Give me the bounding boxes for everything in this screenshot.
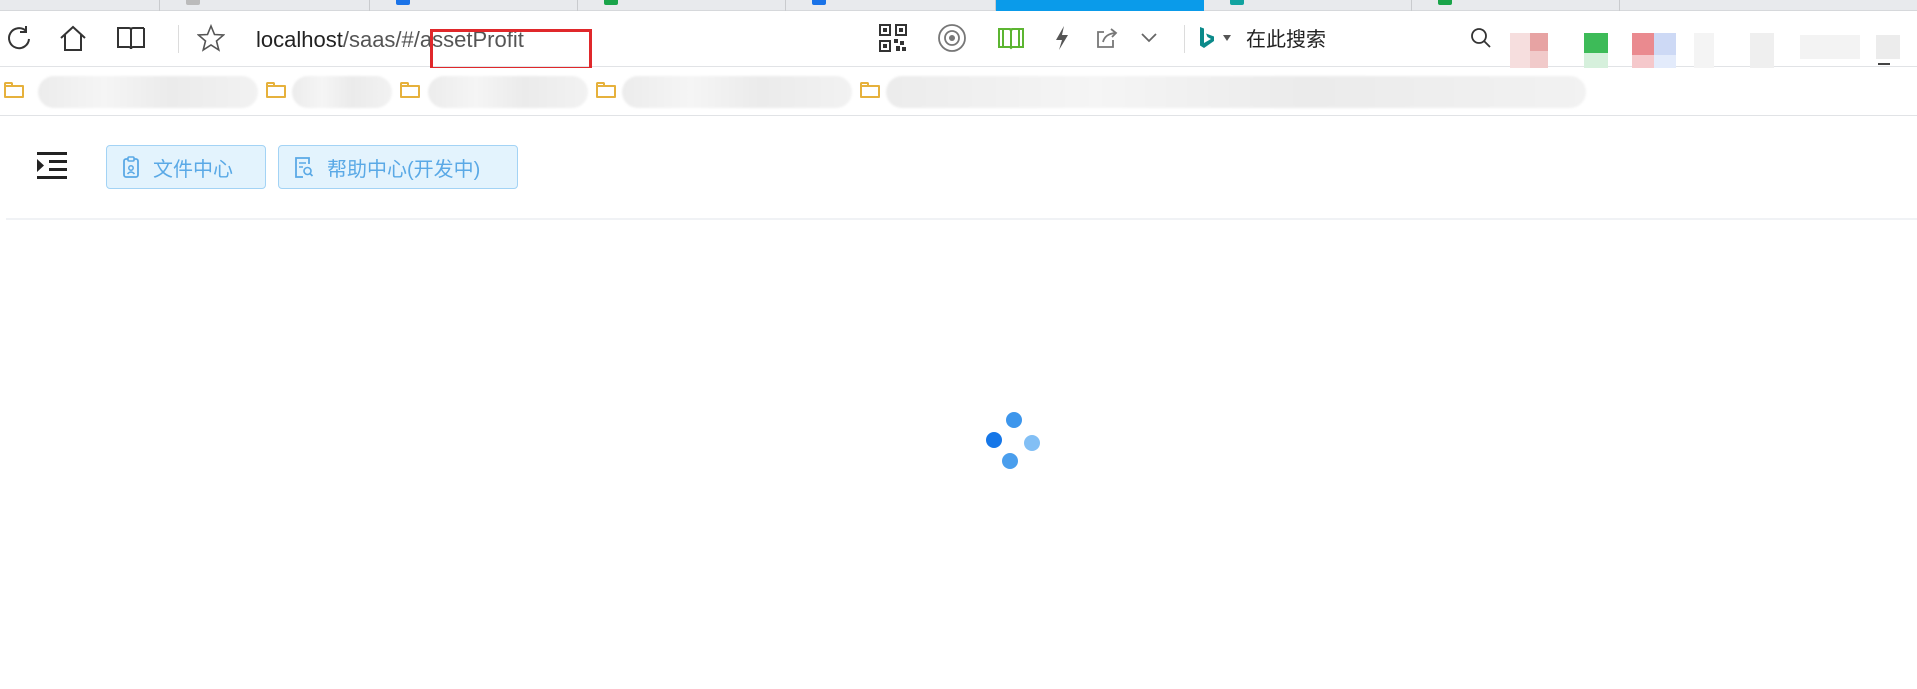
home-icon[interactable]	[58, 23, 88, 53]
url-path: /saas/#	[342, 27, 414, 52]
browser-tab-active[interactable]	[996, 0, 1204, 11]
url-fragment-highlight	[430, 29, 592, 70]
bing-icon[interactable]	[1194, 23, 1220, 53]
toolbar-separator	[178, 25, 179, 53]
bookmark-folder-icon[interactable]	[4, 82, 24, 98]
share-icon[interactable]	[1092, 23, 1122, 53]
tab-strip	[0, 0, 1917, 11]
indent-menu-icon[interactable]	[36, 150, 70, 180]
help-center-button[interactable]: 帮助中心(开发中)	[278, 145, 518, 189]
bookmark-folder-icon[interactable]	[860, 82, 880, 98]
chevron-down-icon[interactable]	[1134, 23, 1164, 53]
browser-toolbar: localhost/saas/#/assetProfit 在此搜索	[0, 11, 1917, 70]
help-center-label: 帮助中心(开发中)	[327, 158, 481, 181]
file-badge-icon	[123, 156, 139, 178]
favorite-star-icon[interactable]	[196, 23, 226, 53]
browser-tab[interactable]	[786, 0, 996, 11]
search-engine-dropdown-icon[interactable]	[1218, 23, 1236, 53]
bookmarks-bar	[0, 68, 1917, 116]
browser-tab[interactable]	[578, 0, 786, 11]
browser-tab[interactable]	[1412, 0, 1620, 11]
browser-tab[interactable]	[370, 0, 578, 11]
toolbar-separator	[1184, 25, 1185, 53]
loading-dots-icon	[986, 410, 1050, 474]
loader-dot	[1002, 453, 1018, 469]
loader-dot	[986, 432, 1002, 448]
refresh-icon[interactable]	[4, 23, 34, 53]
bookmark-folder-icon[interactable]	[266, 82, 286, 98]
browser-tab[interactable]	[160, 0, 370, 11]
bookmark-folder-icon[interactable]	[596, 82, 616, 98]
file-center-button[interactable]: 文件中心	[106, 145, 266, 189]
loader-dot	[1024, 435, 1040, 451]
search-icon[interactable]	[1466, 23, 1496, 53]
file-center-label: 文件中心	[153, 158, 233, 181]
loader-dot	[1006, 412, 1022, 428]
reader-mode-icon[interactable]	[116, 23, 146, 53]
lightning-icon[interactable]	[1047, 23, 1077, 53]
reading-list-icon[interactable]	[996, 23, 1026, 53]
capture-icon[interactable]	[937, 23, 967, 53]
help-doc-icon	[295, 156, 313, 178]
browser-tab[interactable]	[1204, 0, 1412, 11]
browser-tab[interactable]	[0, 0, 160, 11]
app-header: 文件中心 帮助中心(开发中)	[6, 117, 1917, 220]
bookmark-folder-icon[interactable]	[400, 82, 420, 98]
url-host: localhost	[256, 27, 343, 52]
search-input[interactable]: 在此搜索	[1246, 27, 1326, 53]
qr-code-icon[interactable]	[878, 23, 908, 53]
